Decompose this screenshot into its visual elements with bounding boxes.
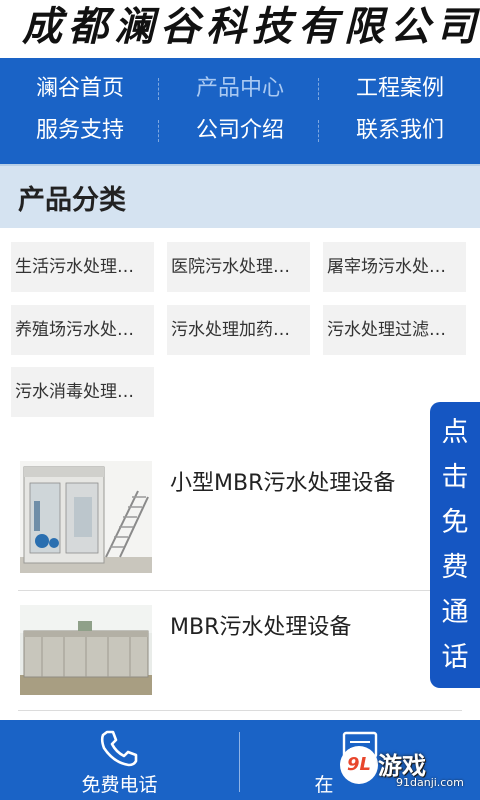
container-equipment-photo	[20, 461, 152, 573]
category-chip-slaughterhouse[interactable]: 屠宰场污水处…	[323, 242, 466, 292]
free-call-float-label: 点击免费通话	[430, 410, 480, 680]
nav-divider	[158, 78, 159, 100]
category-section-header: 产品分类	[0, 164, 480, 228]
category-chip-dosing[interactable]: 污水处理加药…	[167, 305, 310, 355]
product-item[interactable]: 小型MBR污水处理设备	[0, 461, 480, 591]
nav-item-products[interactable]: 产品中心	[160, 68, 320, 110]
watermark-site: 91danji.com	[396, 776, 464, 789]
product-name: MBR污水处理设备	[170, 615, 352, 640]
company-name: 成都澜谷科技有限公司	[22, 3, 480, 50]
product-divider	[18, 710, 462, 711]
free-call-float-char: 通	[441, 597, 469, 628]
nav-divider	[318, 78, 319, 100]
free-call-float-char: 费	[441, 552, 469, 583]
nav-divider	[318, 120, 319, 142]
watermark-badge: 9L	[340, 746, 378, 784]
watermark-logo: 9L 游戏 91danji.com	[300, 742, 480, 800]
category-chip-farm[interactable]: 养殖场污水处…	[11, 305, 154, 355]
free-call-float-button[interactable]: 点击免费通话	[430, 402, 480, 688]
free-call-float-char: 点	[441, 417, 469, 448]
free-call-float-char: 话	[441, 642, 469, 673]
nav-divider	[158, 120, 159, 142]
company-logo-banner: 成都澜谷科技有限公司	[0, 0, 480, 58]
free-call-float-char: 免	[441, 507, 469, 538]
category-chip-hospital[interactable]: 医院污水处理…	[167, 242, 310, 292]
category-title: 产品分类	[18, 185, 126, 216]
category-chip-domestic[interactable]: 生活污水处理…	[11, 242, 154, 292]
nav-item-home[interactable]: 澜谷首页	[0, 68, 160, 110]
product-item[interactable]: MBR污水处理设备	[0, 605, 480, 735]
nav-item-contact[interactable]: 联系我们	[320, 110, 480, 152]
product-name: 小型MBR污水处理设备	[170, 471, 396, 496]
phone-icon	[98, 728, 140, 768]
category-chip-filter[interactable]: 污水处理过滤…	[323, 305, 466, 355]
free-call-float-char: 击	[441, 462, 469, 493]
nav-item-cases[interactable]: 工程案例	[320, 68, 480, 110]
category-chip-disinfection[interactable]: 污水消毒处理…	[11, 367, 154, 417]
concrete-tank-photo	[20, 605, 152, 695]
product-divider	[18, 590, 462, 591]
nav-item-about[interactable]: 公司介绍	[160, 110, 320, 152]
nav-item-support[interactable]: 服务支持	[0, 110, 160, 152]
main-nav: 澜谷首页 产品中心 工程案例 服务支持 公司介绍 联系我们	[0, 58, 480, 164]
